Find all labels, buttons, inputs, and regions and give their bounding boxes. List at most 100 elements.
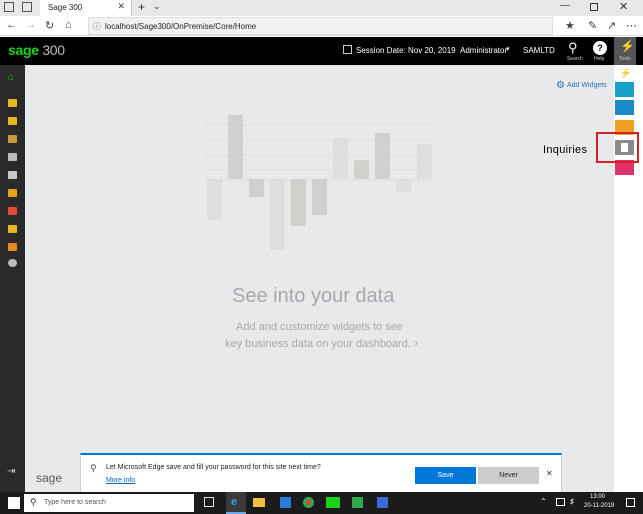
- new-tab-icon[interactable]: +: [138, 0, 145, 14]
- footer-sage-logo: sage: [36, 471, 63, 485]
- sidebar-item-accounts-payable-icon[interactable]: [8, 189, 17, 197]
- chart-bar: [333, 138, 348, 179]
- tool-window-manager-icon[interactable]: [615, 100, 634, 115]
- app-taskbar-icon-2[interactable]: [377, 497, 388, 508]
- user-menu[interactable]: Administrator: [460, 46, 507, 55]
- start-windows-icon[interactable]: [8, 497, 20, 509]
- app-taskbar-icon-1[interactable]: [352, 497, 363, 508]
- chart-bar: [417, 144, 432, 179]
- help-label: Help: [594, 56, 605, 62]
- tab-list-chevron-icon[interactable]: ⌄: [153, 1, 161, 12]
- chart-bar: [354, 160, 369, 179]
- chart-bar: [291, 179, 306, 226]
- restore-icon[interactable]: [590, 3, 598, 11]
- back-arrow-icon[interactable]: ←: [6, 19, 17, 31]
- chevron-right-icon[interactable]: ›: [414, 335, 418, 350]
- prompt-question: Let Microsoft Edge save and fill your pa…: [106, 464, 321, 471]
- home-icon[interactable]: ⌂: [65, 19, 72, 31]
- chart-bar: [396, 179, 411, 192]
- windows-taskbar: ⚲ Type here to search e ⌃ ♯ 13:00 20-11-…: [0, 492, 643, 514]
- sidebar-item-common-services-icon[interactable]: [8, 99, 17, 107]
- chart-bar: [312, 179, 327, 215]
- share-icon[interactable]: ↗: [607, 19, 616, 32]
- background-chart-illustration: [205, 124, 435, 181]
- file-explorer-icon[interactable]: [253, 498, 265, 507]
- collapse-sidebar-icon[interactable]: ⇥: [7, 466, 15, 477]
- taskbar-search-placeholder: Type here to search: [44, 499, 106, 506]
- sage-logo[interactable]: sage 300: [8, 42, 65, 58]
- store-icon[interactable]: [280, 497, 291, 508]
- user-chevron-icon[interactable]: ▾: [506, 45, 510, 53]
- set-aside-tabs-icon[interactable]: [22, 2, 32, 12]
- edge-e-icon: e: [231, 496, 238, 508]
- notifications-icon[interactable]: [626, 498, 635, 507]
- refresh-icon[interactable]: ↻: [45, 19, 54, 32]
- tools-lightning-icon: ⚡: [620, 39, 635, 53]
- favorites-hub-icon[interactable]: ★: [565, 19, 575, 32]
- sidebar-item-inventory-control-icon[interactable]: [8, 243, 17, 251]
- sidebar-item-general-ledger-icon[interactable]: [8, 117, 17, 125]
- tool-macros-icon[interactable]: [615, 82, 634, 97]
- sidebar-item-project-job-costing-icon[interactable]: [8, 259, 17, 267]
- close-prompt-icon[interactable]: ✕: [546, 469, 553, 478]
- tools-pin-icon[interactable]: ⚡: [620, 68, 631, 79]
- empty-state-subtitle-line1: Add and customize widgets to see: [236, 321, 403, 333]
- url-text: localhost/Sage300/OnPremise/Core/Home: [105, 22, 257, 31]
- chart-bar: [228, 115, 243, 179]
- sidebar-item-purchase-orders-icon[interactable]: [8, 225, 17, 233]
- home-nav-icon[interactable]: ⌂: [8, 72, 14, 83]
- help-icon[interactable]: ?: [593, 41, 607, 55]
- chart-bar: [207, 179, 222, 220]
- network-icon[interactable]: [556, 498, 565, 506]
- minimize-icon[interactable]: —: [560, 0, 570, 11]
- add-widgets-link[interactable]: Add Widgets: [567, 82, 607, 89]
- close-tab-icon[interactable]: ✕: [117, 1, 125, 12]
- chart-bar: [249, 179, 264, 197]
- key-icon: ⚲: [90, 463, 97, 473]
- more-icon[interactable]: ⋯: [626, 19, 637, 32]
- search-label: Search: [567, 56, 583, 62]
- annotation-highlight-box: [596, 132, 639, 163]
- sidebar-item-tax-services-icon[interactable]: [8, 135, 17, 143]
- clock-time[interactable]: 13:00: [590, 494, 605, 500]
- company-name[interactable]: SAMLTD: [523, 46, 555, 55]
- subtitle-line2-text: key business data on your dashboard.: [225, 338, 411, 350]
- chrome-icon[interactable]: [303, 497, 314, 508]
- clock-date[interactable]: 20-11-2019: [584, 503, 614, 509]
- password-save-prompt: ⚲ Let Microsoft Edge save and fill your …: [80, 453, 562, 493]
- empty-state-headline: See into your data: [232, 285, 395, 307]
- volume-icon[interactable]: ♯: [570, 497, 574, 506]
- tab-title: Sage 300: [48, 3, 83, 12]
- url-input[interactable]: ⓘ localhost/Sage300/OnPremise/Core/Home: [88, 17, 553, 35]
- calendar-icon: [343, 45, 352, 54]
- tools-label: Tools: [619, 56, 631, 62]
- logo-main-text: sage: [8, 42, 39, 58]
- more-info-link[interactable]: More info: [106, 477, 135, 484]
- add-widgets-gear-icon[interactable]: ⚙: [556, 80, 565, 91]
- taskbar-search-icon: ⚲: [30, 497, 37, 507]
- chart-bar: [270, 179, 285, 250]
- pen-icon[interactable]: ✎: [588, 19, 597, 32]
- tray-chevron-icon[interactable]: ⌃: [540, 497, 547, 506]
- sidebar-item-accounts-receivable-icon[interactable]: [8, 171, 17, 179]
- annotation-label: Inquiries: [543, 144, 588, 156]
- tab-manager-icon[interactable]: [4, 2, 14, 12]
- page-info-icon[interactable]: ⓘ: [93, 21, 101, 32]
- session-date[interactable]: Session Date: Nov 20, 2019: [356, 46, 456, 55]
- never-button[interactable]: Never: [478, 467, 539, 484]
- dashboard-area: [25, 65, 614, 492]
- sage-taskbar-icon[interactable]: [326, 497, 340, 508]
- save-button[interactable]: Save: [415, 467, 476, 484]
- sidebar-item-bank-services-icon[interactable]: [8, 153, 17, 161]
- forward-arrow-icon[interactable]: →: [25, 19, 36, 31]
- chart-bar: [375, 133, 390, 179]
- sidebar-item-order-entry-icon[interactable]: [8, 207, 17, 215]
- browser-tab[interactable]: Sage 300 ✕: [40, 0, 132, 16]
- taskbar-search-box[interactable]: ⚲ Type here to search: [24, 494, 194, 512]
- logo-num-text: 300: [42, 42, 65, 58]
- close-window-icon[interactable]: ✕: [619, 0, 628, 13]
- empty-state-subtitle-line2[interactable]: key business data on your dashboard. ›: [225, 335, 418, 350]
- task-view-icon[interactable]: [204, 497, 214, 507]
- left-sidebar: ⌂ ⇥: [0, 65, 25, 492]
- search-icon[interactable]: ⚲: [568, 40, 578, 56]
